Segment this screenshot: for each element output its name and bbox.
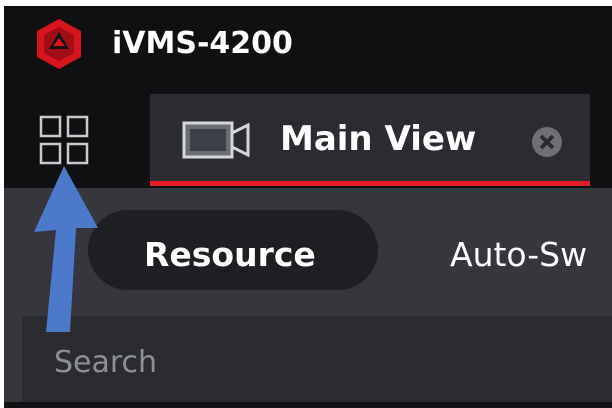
blue-arrow-annotation: [34, 166, 98, 332]
ivms-logo-icon: [37, 19, 81, 69]
search-input[interactable]: [54, 342, 594, 382]
camera-icon: [182, 121, 250, 159]
auto-switch-tab[interactable]: Auto-Sw: [450, 235, 587, 274]
app-title: iVMS-4200: [112, 26, 293, 61]
tab-label: Main View: [280, 119, 477, 159]
close-icon[interactable]: [530, 125, 564, 159]
active-tab-indicator: [150, 181, 590, 186]
resource-tab-label: Resource: [144, 235, 316, 274]
grid-menu-icon[interactable]: [38, 114, 90, 166]
title-bar: [4, 6, 612, 90]
